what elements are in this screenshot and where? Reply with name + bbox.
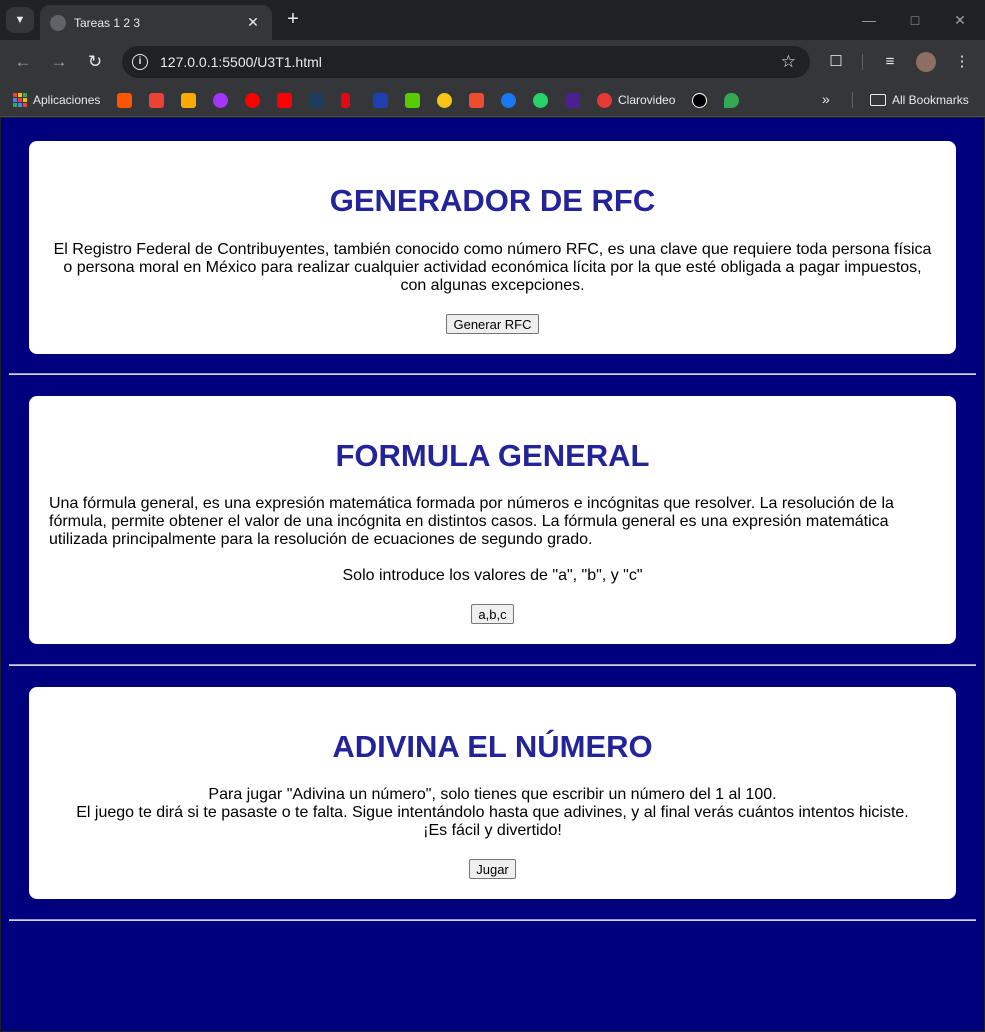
messenger-icon (213, 92, 228, 108)
forward-icon[interactable]: → (47, 50, 71, 74)
section-divider (9, 664, 976, 666)
facebook-icon (501, 92, 516, 108)
more-menu-icon[interactable]: ⋮ (950, 50, 974, 74)
abc-button[interactable]: a,b,c (471, 604, 514, 624)
rfc-description: El Registro Federal de Contribuyentes, t… (53, 241, 932, 294)
bookmark-crunchyroll[interactable] (437, 92, 452, 108)
bookmark-sigma[interactable] (373, 92, 388, 108)
minimize-icon[interactable]: — (857, 8, 881, 32)
gmail-icon (149, 92, 164, 108)
profile-avatar[interactable] (916, 52, 936, 72)
bookmarks-bar: Aplicaciones Clarovideo » All Bookmarks (0, 84, 985, 117)
bookmark-apps[interactable]: Aplicaciones (13, 92, 100, 108)
clarovideo-icon (597, 92, 612, 108)
page-viewport: GENERADOR DE RFC El Registro Federal de … (1, 118, 984, 1031)
url-text: 127.0.0.1:5500/U3T1.html (160, 54, 322, 70)
bookmark-shop[interactable] (469, 92, 484, 108)
bookmark-soundcloud[interactable] (117, 92, 132, 108)
reload-icon[interactable]: ↻ (83, 50, 107, 74)
active-tab[interactable]: Tareas 1 2 3 ✕ (40, 5, 272, 40)
tv-app-icon (692, 92, 707, 108)
tab-strip: ▼ Tareas 1 2 3 ✕ + — □ ✕ (0, 0, 985, 40)
bookmark-clarovideo-label: Clarovideo (618, 93, 676, 107)
bookmark-duolingo[interactable] (405, 92, 420, 108)
rfc-card: GENERADOR DE RFC El Registro Federal de … (29, 141, 956, 354)
youtube-icon (277, 92, 292, 108)
globe-icon (50, 14, 66, 31)
close-tab-icon[interactable]: ✕ (244, 14, 262, 31)
m-app-icon (565, 92, 580, 108)
youtube-music-icon (245, 92, 260, 108)
bookmark-apps-label: Aplicaciones (33, 93, 101, 107)
bookmarks-divider (852, 92, 853, 108)
generate-rfc-button[interactable]: Generar RFC (446, 314, 539, 334)
bookmark-maps[interactable] (724, 92, 739, 108)
tab-search-button[interactable]: ▼ (6, 7, 34, 33)
maps-pin-icon (724, 92, 739, 108)
formula-card: FORMULA GENERAL Una fórmula general, es … (29, 396, 956, 644)
close-window-icon[interactable]: ✕ (948, 8, 972, 32)
bookmark-star-icon[interactable]: ☆ (781, 52, 796, 72)
guess-card: ADIVINA EL NÚMERO Para jugar "Adivina un… (29, 687, 956, 899)
bookmark-youtube[interactable] (277, 92, 292, 108)
all-bookmarks-label: All Bookmarks (892, 93, 969, 107)
soundcloud-icon (117, 92, 132, 108)
formula-instruction: Solo introduce los valores de "a", "b", … (342, 567, 643, 584)
whatsapp-icon (533, 92, 548, 108)
crunchyroll-icon (437, 92, 452, 108)
bookmark-clarovideo[interactable]: Clarovideo (597, 92, 675, 108)
bookmark-facebook[interactable] (501, 92, 516, 108)
all-bookmarks-button[interactable]: All Bookmarks (870, 92, 969, 108)
guess-line-1: Para jugar "Adivina un número", solo tie… (208, 786, 777, 803)
browser-toolbar: ← → ↻ i 127.0.0.1:5500/U3T1.html ☆ ☐ ≡ ⋮ (0, 40, 985, 84)
bookmark-gmail[interactable] (149, 92, 164, 108)
extensions-icon[interactable]: ☐ (824, 50, 848, 74)
folder-icon (870, 94, 886, 106)
site-info-icon[interactable]: i (132, 54, 148, 70)
shop-icon (469, 92, 484, 108)
disney-icon (309, 92, 324, 108)
apps-grid-icon (13, 93, 27, 107)
media-controls-icon[interactable]: ≡ (878, 50, 902, 74)
classroom-icon (181, 92, 196, 108)
bookmark-youtube-music[interactable] (245, 92, 260, 108)
bookmark-disney[interactable] (309, 92, 324, 108)
bookmark-classroom[interactable] (181, 92, 196, 108)
guess-line-2: El juego te dirá si te pasaste o te falt… (76, 804, 909, 821)
section-divider (9, 919, 976, 921)
formula-description: Una fórmula general, es una expresión ma… (49, 495, 894, 548)
tab-title: Tareas 1 2 3 (74, 15, 141, 30)
netflix-icon (341, 92, 350, 108)
guess-line-3: ¡Es fácil y divertido! (423, 822, 562, 839)
bookmark-medium[interactable] (565, 92, 580, 108)
bookmark-whatsapp[interactable] (533, 92, 548, 108)
rfc-title: GENERADOR DE RFC (329, 183, 656, 218)
play-button[interactable]: Jugar (469, 859, 516, 879)
guess-title: ADIVINA EL NÚMERO (332, 729, 653, 764)
new-tab-button[interactable]: + (282, 8, 304, 30)
formula-title: FORMULA GENERAL (335, 438, 650, 473)
bookmark-messenger[interactable] (213, 92, 228, 108)
back-icon[interactable]: ← (11, 50, 35, 74)
more-bookmarks-chevron-icon[interactable]: » (822, 91, 830, 107)
bookmark-netflix[interactable] (341, 92, 350, 108)
maximize-icon[interactable]: □ (903, 8, 927, 32)
duolingo-icon (405, 92, 420, 108)
section-divider (9, 373, 976, 375)
bookmark-tv[interactable] (692, 92, 707, 108)
toolbar-divider (862, 54, 863, 70)
address-bar[interactable]: i 127.0.0.1:5500/U3T1.html ☆ (122, 46, 810, 78)
sigma-icon (373, 92, 388, 108)
